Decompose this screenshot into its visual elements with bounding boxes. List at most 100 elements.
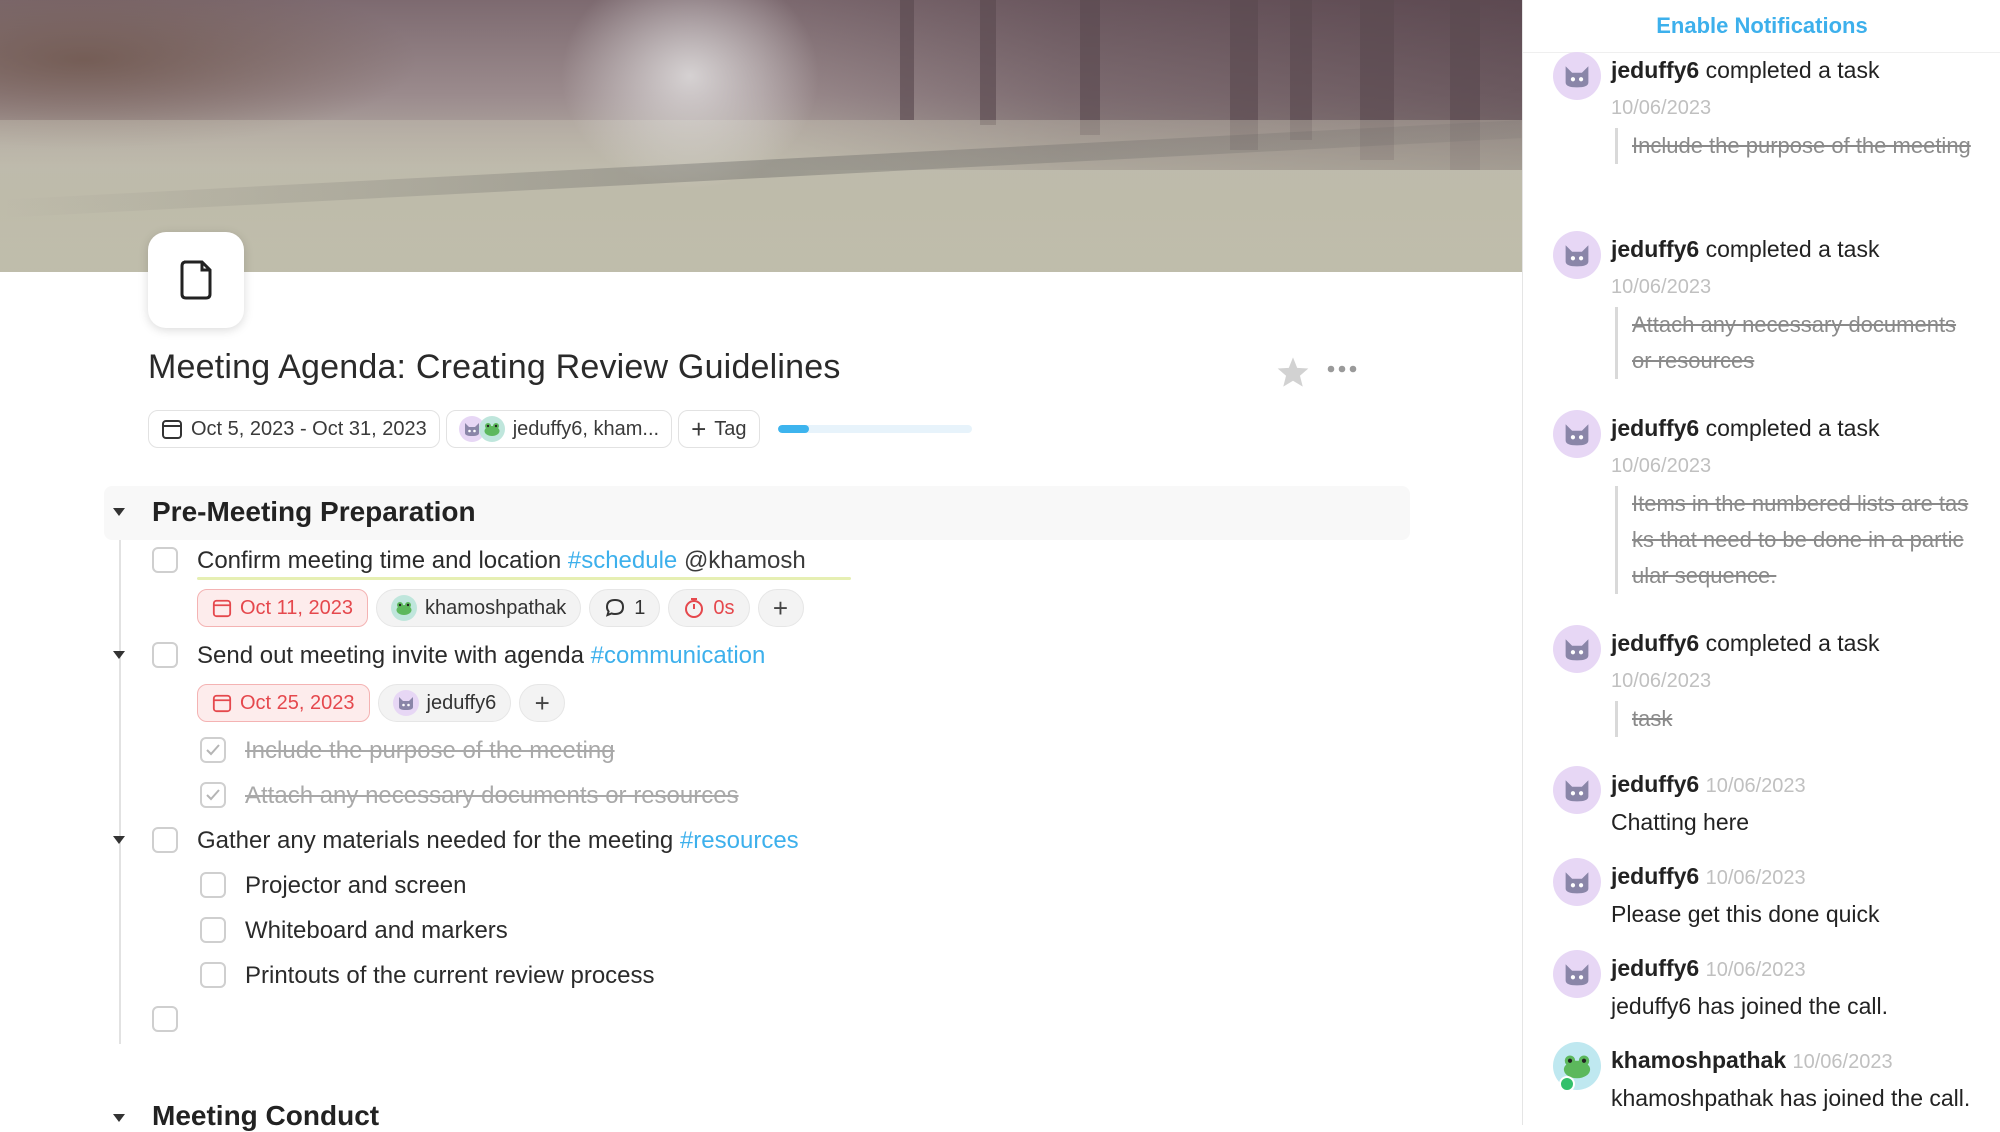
panel-header: Enable Notifications (1523, 0, 2000, 53)
activity-timestamp: 10/06/2023 (1611, 276, 1712, 298)
subtask-title[interactable]: Include the purpose of the meeting (245, 737, 615, 765)
activity-text: jeduffy6 completed a task 10/06/2023 (1611, 410, 1881, 484)
cover-trunk (1290, 0, 1312, 140)
assignees-text: jeduffy6, kham... (512, 417, 660, 440)
add-tag-button[interactable]: + Tag (678, 410, 760, 448)
cat-avatar-icon (1553, 410, 1601, 458)
section-title[interactable]: Meeting Conduct (152, 1100, 379, 1132)
due-date-text: Oct 11, 2023 (240, 596, 354, 619)
activity-action-object: task (1837, 236, 1880, 262)
activity-action-object: task (1837, 630, 1880, 656)
activity-user[interactable]: jeduffy6 (1611, 236, 1699, 262)
task-title[interactable]: Confirm meeting time and location #sched… (197, 547, 806, 575)
due-date-pill[interactable]: Oct 25, 2023 (197, 684, 370, 722)
blank-page-icon (180, 260, 212, 300)
task-tag[interactable]: #communication (591, 642, 766, 669)
page-title[interactable]: Meeting Agenda: Creating Review Guidelin… (148, 348, 841, 387)
timer-icon (685, 598, 704, 618)
subtask-checkbox-checked[interactable] (200, 782, 226, 808)
activity-action: completed a (1705, 57, 1831, 83)
activity-action-object: task (1837, 57, 1880, 83)
activity-text: khamoshpathak 10/06/2023 khamoshpathak h… (1611, 1042, 1991, 1116)
activity-panel: Enable Notifications jeduffy6 completed … (1522, 0, 2000, 1125)
activity-quote: Attach any necessary documents or resour… (1615, 307, 1972, 379)
comments-pill[interactable]: 1 (589, 589, 661, 627)
subtask-title[interactable]: Projector and screen (245, 872, 466, 900)
subtask-checkbox[interactable] (200, 872, 226, 898)
enable-notifications-button[interactable]: Enable Notifications (1656, 13, 1867, 39)
add-property-button[interactable]: + (757, 589, 804, 627)
activity-timestamp: 10/06/2023 (1705, 775, 1806, 797)
activity-text: jeduffy6 10/06/2023 Please get this done… (1611, 858, 1880, 932)
comment-count: 1 (634, 596, 646, 619)
task-text: Confirm meeting time and location (197, 547, 562, 574)
section-title[interactable]: Pre-Meeting Preparation (152, 496, 476, 528)
task-tag[interactable]: #schedule (568, 547, 677, 574)
task-mention[interactable]: @khamosh (684, 547, 806, 574)
activity-user[interactable]: khamoshpathak (1611, 1047, 1786, 1073)
activity-message: jeduffy6 has joined the call. (1611, 993, 1889, 1019)
activity-user[interactable]: jeduffy6 (1611, 630, 1699, 656)
activity-user[interactable]: jeduffy6 (1611, 415, 1699, 441)
timer-value: 0s (713, 596, 735, 619)
more-options-icon[interactable] (1326, 364, 1358, 374)
subtask-title[interactable]: Whiteboard and markers (245, 917, 508, 945)
calendar-icon (212, 694, 232, 713)
activity-timestamp: 10/06/2023 (1705, 867, 1806, 889)
subtask-checkbox-checked[interactable] (200, 737, 226, 763)
cat-avatar-icon (392, 690, 419, 716)
subtask-checkbox[interactable] (200, 962, 226, 988)
section-guide-line (119, 540, 121, 1044)
collapse-caret-icon[interactable] (113, 651, 125, 659)
task-title[interactable]: Gather any materials needed for the meet… (197, 827, 799, 855)
assignee-pill[interactable]: khamoshpathak (376, 589, 582, 627)
activity-text: jeduffy6 10/06/2023 Chatting here (1611, 766, 1806, 840)
assignee-name: khamoshpathak (425, 596, 567, 619)
online-status-indicator (1559, 1076, 1575, 1092)
date-range-chip[interactable]: Oct 5, 2023 - Oct 31, 2023 (148, 410, 440, 448)
task-checkbox[interactable] (152, 547, 178, 573)
collapse-caret-icon[interactable] (113, 836, 125, 844)
assignee-pill[interactable]: jeduffy6 (377, 684, 512, 722)
activity-user[interactable]: jeduffy6 (1611, 863, 1699, 889)
activity-user[interactable]: jeduffy6 (1611, 57, 1699, 83)
task-title[interactable]: Send out meeting invite with agenda #com… (197, 642, 765, 670)
highlight-underline (197, 577, 851, 580)
cat-avatar-icon (1553, 625, 1601, 673)
task-text: Send out meeting invite with agenda (197, 642, 584, 669)
activity-text: jeduffy6 completed a task 10/06/2023 (1611, 52, 1881, 126)
activity-action-object: task (1837, 415, 1880, 441)
subtask-title[interactable]: Attach any necessary documents or resour… (245, 782, 739, 810)
task-text: Gather any materials needed for the meet… (197, 827, 674, 854)
activity-timestamp: 10/06/2023 (1705, 959, 1806, 981)
comment-icon (606, 598, 625, 617)
star-icon[interactable] (1276, 356, 1310, 388)
subtask-title[interactable]: Printouts of the current review process (245, 962, 655, 990)
task-checkbox[interactable] (152, 827, 178, 853)
task-checkbox[interactable] (152, 642, 178, 668)
assignee-name: jeduffy6 (426, 691, 497, 714)
cover-trunk (980, 0, 996, 125)
activity-message: khamoshpathak has joined the call. (1611, 1085, 1971, 1111)
add-property-button[interactable]: + (519, 684, 566, 722)
activity-user[interactable]: jeduffy6 (1611, 955, 1699, 981)
timer-pill[interactable]: 0s (668, 589, 750, 627)
task-badges: Oct 25, 2023 jeduffy6 + (197, 684, 566, 722)
task-tag[interactable]: #resources (680, 827, 799, 854)
collapse-caret-icon[interactable] (113, 508, 125, 516)
cat-avatar-icon (1553, 766, 1601, 814)
activity-message: Please get this done quick (1611, 901, 1880, 927)
activity-user[interactable]: jeduffy6 (1611, 771, 1699, 797)
check-icon (206, 789, 220, 801)
subtask-checkbox[interactable] (200, 917, 226, 943)
new-task-checkbox[interactable] (152, 1006, 178, 1032)
cat-avatar-icon (1553, 52, 1601, 100)
due-date-pill[interactable]: Oct 11, 2023 (197, 589, 369, 627)
assignees-chip[interactable]: jeduffy6, kham... (445, 410, 673, 448)
cat-avatar-icon (1553, 950, 1601, 998)
activity-text: jeduffy6 completed a task 10/06/2023 (1611, 625, 1881, 699)
frog-avatar-icon (391, 595, 418, 621)
cat-avatar-icon (1553, 231, 1601, 279)
collapse-caret-icon[interactable] (113, 1114, 125, 1122)
page-icon-button[interactable] (148, 232, 244, 328)
